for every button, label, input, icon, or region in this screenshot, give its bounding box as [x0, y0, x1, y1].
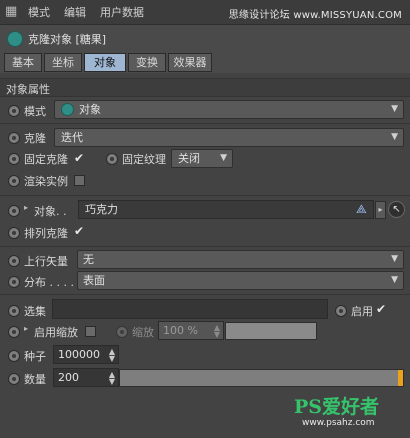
tab-coord[interactable]: 坐标: [44, 53, 82, 72]
render-instance-anim-radio[interactable]: [8, 175, 20, 187]
object-title: 克隆对象 [糖果]: [28, 33, 107, 46]
arrange-clone-anim-radio[interactable]: [8, 227, 20, 239]
divider: [0, 294, 410, 295]
chevron-down-icon: ▼: [391, 104, 398, 114]
up-vector-dropdown[interactable]: 无 ▼: [77, 250, 404, 269]
menu-item-edit[interactable]: 编辑: [64, 4, 86, 20]
scale-slider[interactable]: [225, 322, 317, 340]
count-value: 200: [58, 371, 79, 384]
selection-field[interactable]: [52, 299, 328, 319]
up-vector-value: 无: [83, 253, 94, 266]
enable-scale-label: 启用缩放: [34, 326, 78, 339]
cloner-icon: [7, 31, 23, 47]
seed-label: 种子: [24, 350, 46, 363]
count-input[interactable]: 200 ▲ ▼: [53, 368, 119, 387]
ps-logo: PS爱好者 www.psahz.com: [294, 392, 404, 432]
menu-bar: ▦ 模式 编辑 用户数据 思缘设计论坛 www.MISSYUAN.COM: [0, 0, 410, 25]
fix-texture-anim-radio[interactable]: [106, 153, 118, 165]
mode-label: 模式: [24, 105, 46, 118]
tab-transform[interactable]: 变换: [128, 53, 166, 72]
clone-value: 迭代: [61, 131, 83, 144]
cloner-mode-icon: [61, 103, 74, 116]
selection-label: 选集: [24, 305, 46, 318]
count-anim-radio[interactable]: [8, 373, 20, 385]
fix-texture-label: 固定纹理: [122, 153, 166, 166]
menu-item-userdata[interactable]: 用户数据: [100, 4, 144, 20]
scale-anim-radio[interactable]: [116, 326, 128, 338]
section-header: 对象属性: [0, 78, 410, 97]
object-anim-radio[interactable]: [8, 205, 20, 217]
clone-anim-radio[interactable]: [8, 132, 20, 144]
section-title: 对象属性: [6, 83, 50, 96]
object-link-value: 巧克力: [85, 203, 118, 216]
scale-input[interactable]: 100 % ▲ ▼: [158, 321, 224, 340]
fix-clone-anim-radio[interactable]: [8, 153, 20, 165]
enable-label: 启用: [351, 305, 373, 318]
selection-anim-radio[interactable]: [8, 305, 20, 317]
seed-input[interactable]: 100000 ▲ ▼: [53, 345, 119, 364]
distribution-dropdown[interactable]: 表面 ▼: [77, 271, 404, 290]
arrange-clone-checkbox[interactable]: ✔: [74, 224, 84, 238]
scale-value: 100 %: [163, 324, 198, 337]
watermark: 思缘设计论坛 www.MISSYUAN.COM: [228, 10, 402, 21]
spinner-icon[interactable]: ▲ ▼: [214, 324, 220, 339]
object-link-field[interactable]: 巧克力 ⟁: [78, 200, 374, 219]
spinner-icon[interactable]: ▲ ▼: [109, 371, 115, 386]
up-vector-anim-radio[interactable]: [8, 255, 20, 267]
grid-menu-icon[interactable]: ▦: [5, 5, 19, 19]
divider: [0, 246, 410, 247]
clone-dropdown[interactable]: 迭代 ▼: [54, 128, 404, 147]
divider: [0, 195, 410, 196]
logo-text: PS爱好者: [294, 396, 380, 418]
chevron-down-icon: ▼: [391, 132, 398, 142]
count-slider[interactable]: [119, 369, 404, 387]
enable-anim-radio[interactable]: [335, 305, 347, 317]
spinner-icon[interactable]: ▲ ▼: [109, 348, 115, 363]
pick-object-icon[interactable]: ↖: [388, 201, 405, 218]
enable-scale-anim-radio[interactable]: [8, 326, 20, 338]
expand-triangle-icon[interactable]: ▸: [24, 203, 28, 212]
distribution-value: 表面: [83, 274, 105, 287]
link-menu-arrow-icon[interactable]: ▸: [375, 201, 386, 219]
up-vector-label: 上行矢量: [24, 255, 68, 268]
count-label: 数量: [24, 373, 46, 386]
fix-texture-dropdown[interactable]: 关闭 ▼: [171, 149, 233, 168]
object-title-row: 克隆对象 [糖果]: [0, 26, 410, 50]
chevron-down-icon: ▼: [391, 275, 398, 285]
clone-label: 克隆: [24, 132, 46, 145]
chevron-down-icon: ▼: [220, 153, 227, 163]
distribution-anim-radio[interactable]: [8, 276, 20, 288]
tab-effectors[interactable]: 效果器: [168, 53, 212, 72]
tab-basic[interactable]: 基本: [4, 53, 42, 72]
fix-clone-label: 固定克隆: [24, 153, 68, 166]
distribution-label: 分布 . . . .: [24, 276, 74, 289]
arrange-clone-label: 排列克隆: [24, 227, 68, 240]
enable-checkbox[interactable]: ✔: [376, 302, 386, 316]
logo-url: www.psahz.com: [302, 418, 375, 428]
count-slider-fill: [398, 370, 403, 386]
mode-value: 对象: [79, 103, 101, 116]
object-type-icon: ⟁: [356, 202, 367, 216]
scale-label: 缩放: [132, 326, 154, 339]
render-instance-checkbox[interactable]: [74, 175, 85, 186]
expand-triangle-icon[interactable]: ▸: [24, 324, 28, 333]
mode-anim-radio[interactable]: [8, 105, 20, 117]
object-label: 对象. .: [34, 205, 67, 218]
menu-item-mode[interactable]: 模式: [28, 4, 50, 20]
fix-clone-checkbox[interactable]: ✔: [74, 151, 84, 165]
seed-anim-radio[interactable]: [8, 350, 20, 362]
tab-object[interactable]: 对象: [84, 53, 126, 72]
mode-dropdown[interactable]: 对象 ▼: [54, 100, 404, 119]
seed-value: 100000: [58, 348, 100, 361]
divider: [0, 123, 410, 124]
chevron-down-icon: ▼: [391, 254, 398, 264]
fix-texture-value: 关闭: [178, 152, 200, 165]
enable-scale-checkbox[interactable]: [85, 326, 96, 337]
render-instance-label: 渲染实例: [24, 175, 68, 188]
